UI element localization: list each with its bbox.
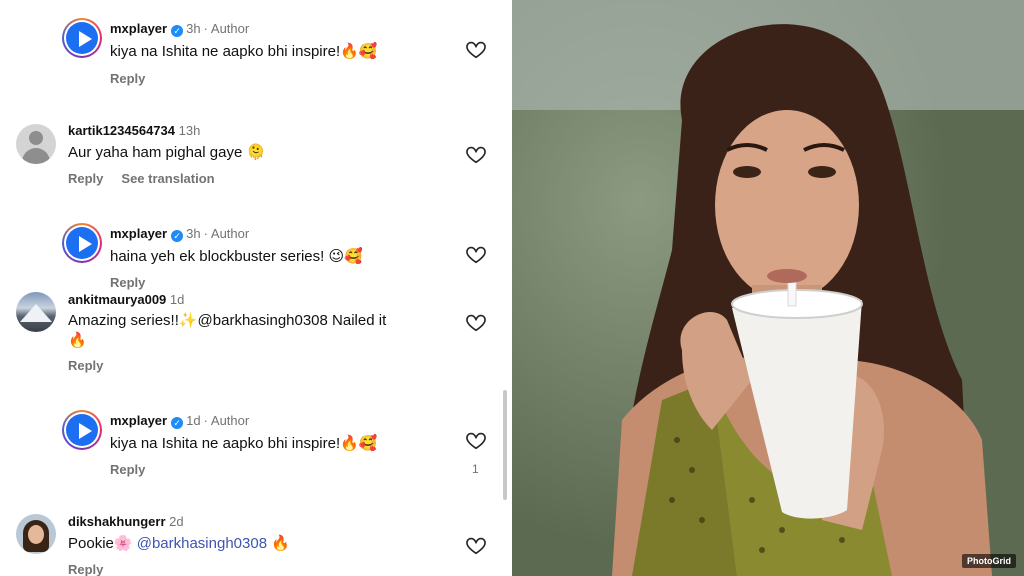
avatar[interactable]: [62, 410, 102, 450]
comment-time: 1d: [186, 413, 201, 428]
comment-text: kiya na Ishita ne aapko bhi inspire!🔥🥰: [110, 435, 378, 452]
mx-player-logo-icon: [66, 414, 98, 446]
comment-text-line: Amazing series!!✨@barkhasingh0308 Nailed…: [68, 312, 387, 329]
reply-button[interactable]: Reply: [110, 71, 145, 86]
like-heart-icon[interactable]: [465, 429, 487, 451]
comment-username[interactable]: mxplayer: [110, 413, 167, 428]
comment-text-prefix: Pookie🌸: [68, 535, 137, 552]
comment-text: Pookie🌸 @barkhasingh0308 🔥: [68, 534, 290, 554]
scrollbar[interactable]: [503, 390, 507, 500]
reply-button[interactable]: Reply: [68, 358, 103, 373]
mx-player-logo-icon: [66, 227, 98, 259]
separator-dot: ·: [203, 413, 208, 428]
comment-username[interactable]: dikshakhungerr: [68, 514, 166, 529]
avatar[interactable]: [62, 223, 102, 263]
comment-time: 2d: [169, 514, 184, 529]
separator-dot: ·: [203, 21, 208, 36]
comment-username[interactable]: mxplayer: [110, 226, 167, 241]
verified-badge-icon: ✓: [171, 25, 184, 37]
photogrid-watermark: PhotoGrid: [962, 554, 1016, 568]
comment-username[interactable]: kartik1234564734: [68, 123, 175, 138]
photo-panel: PhotoGrid: [512, 0, 1024, 576]
mx-player-logo-icon: [66, 22, 98, 54]
like-count: 1: [472, 462, 479, 476]
comment-time: 3h: [186, 21, 201, 36]
avatar[interactable]: [16, 292, 56, 332]
like-heart-icon[interactable]: [465, 38, 487, 60]
photo-woman-drinking: [512, 0, 1024, 576]
like-heart-icon[interactable]: [465, 143, 487, 165]
reply-button[interactable]: Reply: [110, 275, 145, 290]
avatar[interactable]: [16, 514, 56, 554]
like-heart-icon[interactable]: [465, 243, 487, 265]
author-label: Author: [210, 21, 250, 36]
comment-username[interactable]: mxplayer: [110, 21, 167, 36]
comment-text-suffix: 🔥: [267, 535, 290, 552]
author-label: Author: [210, 226, 250, 241]
comments-panel: mxplayer ✓ 3h · Author kiya na Ishita ne aap…: [0, 0, 512, 576]
mention-link[interactable]: @barkhasingh0308: [137, 535, 267, 552]
separator-dot: ·: [203, 226, 208, 241]
reply-button[interactable]: Reply: [68, 562, 103, 576]
comment-time: 13h: [178, 123, 201, 138]
avatar[interactable]: [62, 18, 102, 58]
comment-time: 3h: [186, 226, 201, 241]
comment-text: kiya na Ishita ne aapko bhi inspire!🔥🥰: [110, 43, 378, 60]
comment-text: Aur yaha ham pighal gaye 🫠: [68, 144, 266, 161]
reply-button[interactable]: Reply: [68, 171, 103, 186]
author-label: Author: [210, 413, 250, 428]
comment-text: Amazing series!!✨@barkhasingh0308 Nailed…: [68, 311, 448, 351]
avatar[interactable]: [16, 124, 56, 164]
comment-time: 1d: [169, 292, 185, 307]
verified-badge-icon: ✓: [171, 230, 184, 242]
like-heart-icon[interactable]: [465, 534, 487, 556]
comment-text: haina yeh ek blockbuster series! 😉🥰: [110, 248, 363, 265]
reply-button[interactable]: Reply: [110, 462, 145, 477]
like-heart-icon[interactable]: [465, 311, 487, 333]
comment-text-line: 🔥: [68, 332, 87, 349]
comment-username[interactable]: ankitmaurya009: [68, 292, 166, 307]
see-translation-button[interactable]: See translation: [121, 171, 214, 186]
verified-badge-icon: ✓: [171, 417, 184, 429]
